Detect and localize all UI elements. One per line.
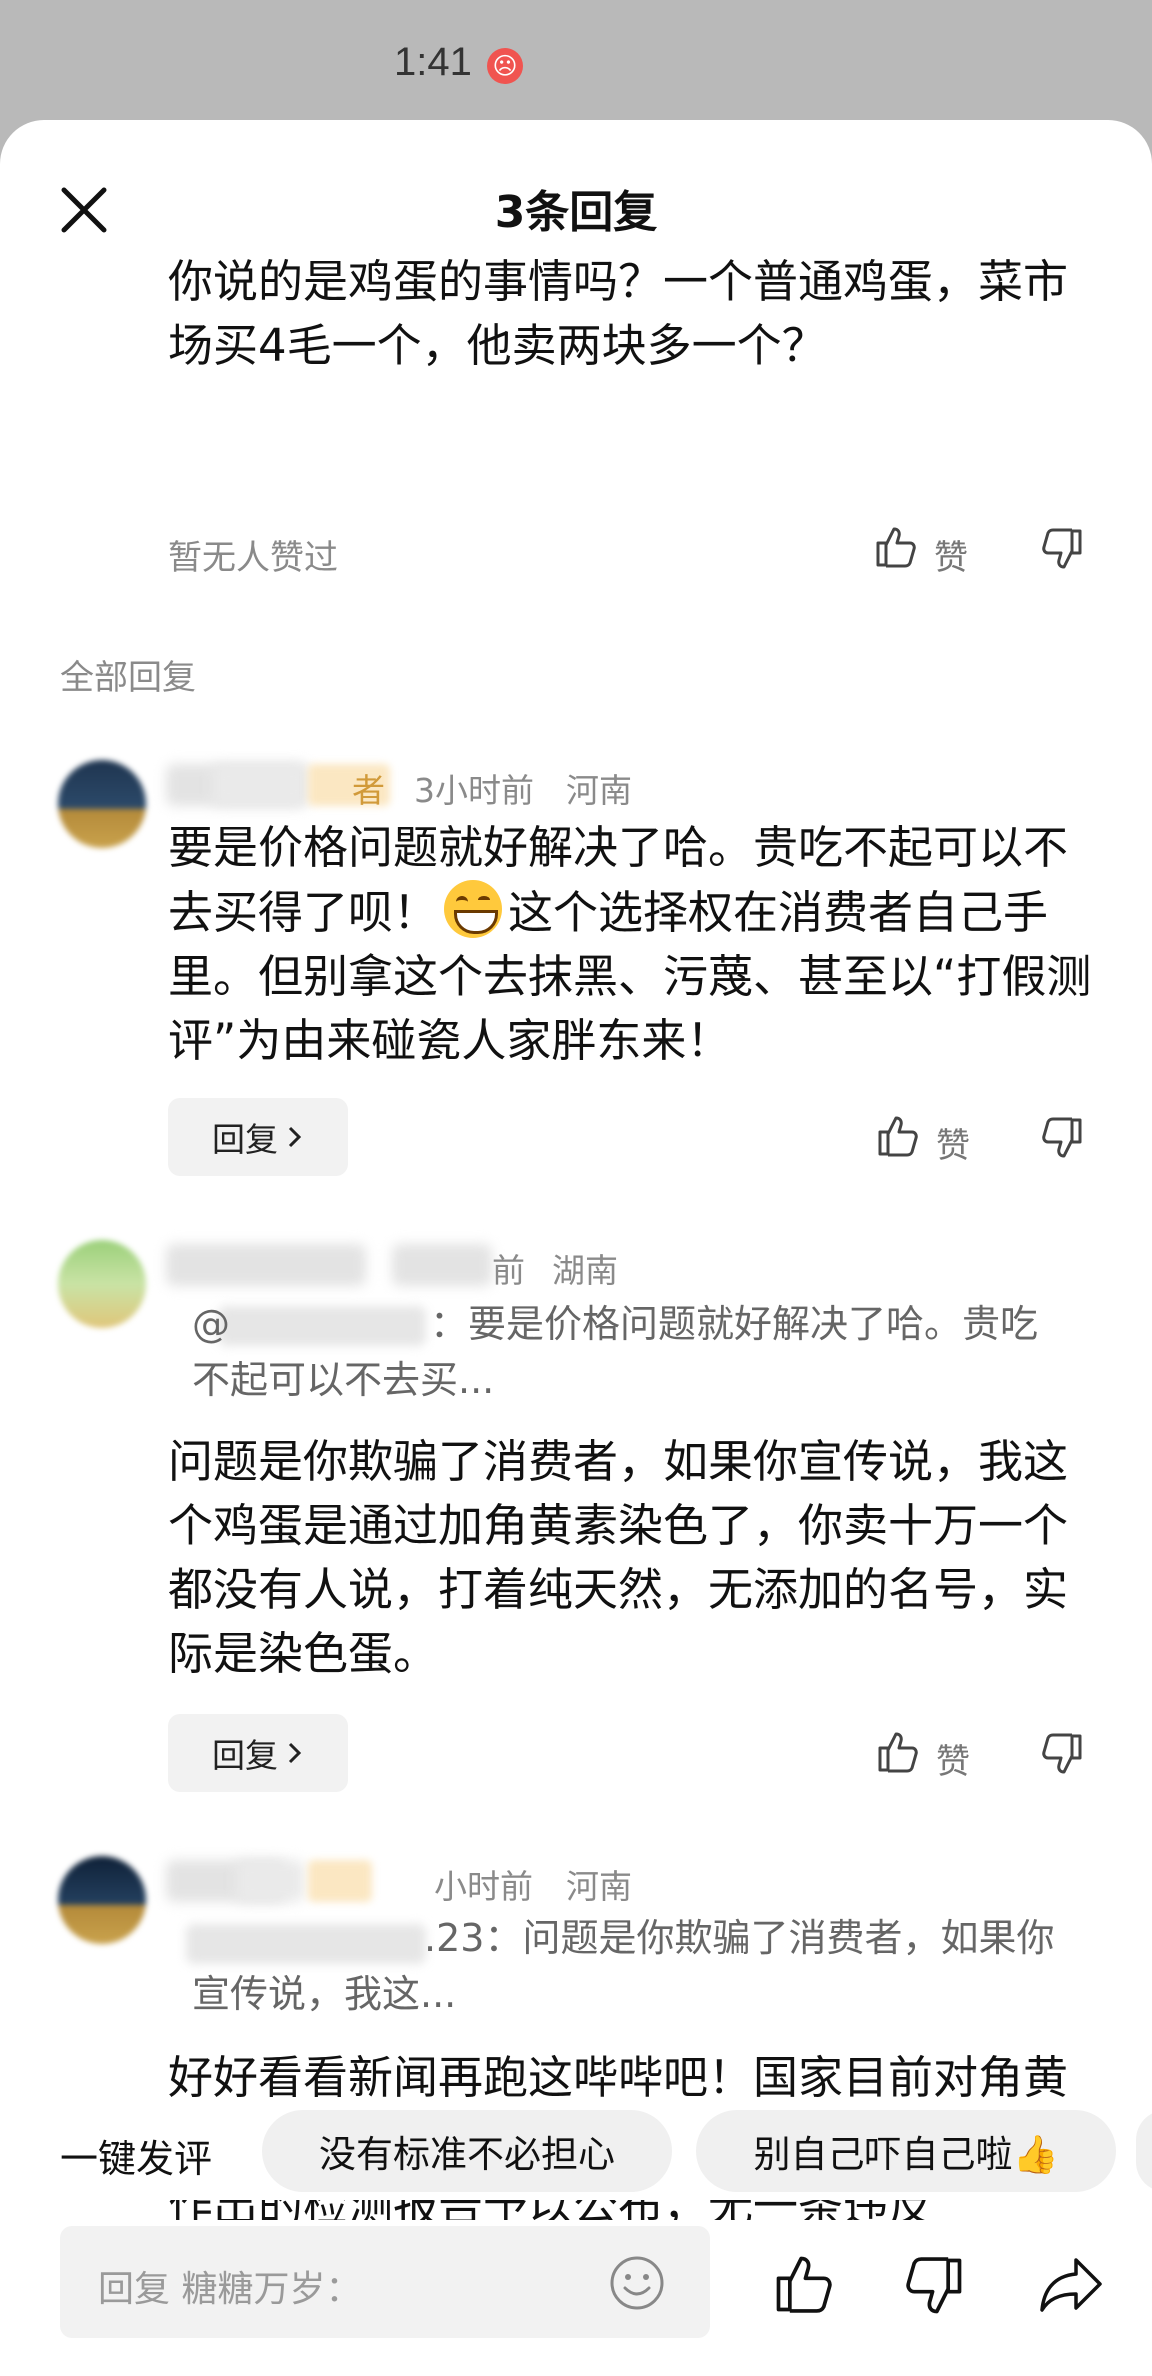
thumbs-up-icon[interactable]	[770, 2250, 838, 2318]
reply-time: 小时前	[434, 1867, 533, 1906]
notification-sad-icon: ☹	[487, 48, 523, 84]
author-tag	[308, 1860, 372, 1902]
reply-text: 问题是你欺骗了消费者，如果你宣传说，我这个鸡蛋是通过加角黄素染色了，你卖十万一个…	[168, 1435, 1069, 1680]
username-blurred	[236, 1860, 304, 1902]
reply-text: 要是价格问题就好解决了哈。贵吃不起可以不去买得了呗！ 这个选择权在消费者自己手里。…	[168, 821, 1092, 1067]
grin-emoji-icon	[444, 880, 503, 938]
username-blurred	[392, 1244, 492, 1286]
status-time: 1:41	[394, 40, 472, 84]
avatar[interactable]	[58, 1856, 146, 1944]
main-comment-text: 你说的是鸡蛋的事情吗？一个普通鸡蛋，菜市场买4毛一个，他卖两块多一个？	[168, 255, 1069, 372]
quick-reply-chip[interactable]: 别自己吓自己啦👍	[696, 2110, 1116, 2192]
replies-sheet: 3条回复 你说的是鸡蛋的事情吗？一个普通鸡蛋，菜市场买4毛一个，他卖两块多一个？…	[0, 120, 1152, 2376]
sheet-title: 3条回复	[494, 187, 658, 238]
reply-location: 河南	[566, 1867, 632, 1906]
chevron-right-icon	[288, 1126, 302, 1148]
no-likes-text: 暂无人赞过	[168, 538, 338, 578]
chevron-right-icon	[288, 1742, 302, 1764]
avatar[interactable]	[58, 760, 146, 848]
avatar[interactable]	[58, 1240, 146, 1328]
like-label: 赞	[936, 1126, 970, 1166]
quoted-reply: .23：问题是你欺骗了消费者，如果你宣传说，我这...	[192, 1916, 1055, 2016]
emoji-icon[interactable]	[608, 2254, 666, 2312]
reply-location: 河南	[566, 771, 632, 810]
reply-tag-text: 者	[352, 771, 385, 810]
reply-button[interactable]: 回复	[168, 1714, 348, 1792]
quick-reply-chip[interactable]: 没有标准不必担心	[262, 2110, 672, 2192]
reply-time: 3小时前	[414, 771, 534, 810]
like-label: 赞	[934, 538, 968, 578]
quick-reply-label: 一键发评	[60, 2137, 213, 2181]
thumbs-down-icon[interactable]	[1038, 1114, 1086, 1162]
username-blurred	[212, 764, 308, 806]
quick-reply-chip-partial[interactable]	[1136, 2110, 1152, 2192]
thumbs-up-icon[interactable]	[874, 1112, 922, 1160]
replies-scroll-area[interactable]: 你说的是鸡蛋的事情吗？一个普通鸡蛋，菜市场买4毛一个，他卖两块多一个？ 暂无人赞…	[0, 250, 1152, 2220]
username-blurred[interactable]	[166, 1244, 366, 1286]
like-label: 赞	[936, 1742, 970, 1782]
reply-button[interactable]: 回复	[168, 1098, 348, 1176]
all-replies-label: 全部回复	[60, 658, 196, 698]
thumbs-down-icon[interactable]	[900, 2252, 968, 2320]
share-icon[interactable]	[1036, 2252, 1106, 2318]
quick-reply-bar: 一键发评 没有标准不必担心 别自己吓自己啦👍	[0, 2100, 1152, 2200]
reply-time: 前	[492, 1251, 525, 1290]
reply-location: 湖南	[552, 1251, 618, 1290]
thumbs-up-icon[interactable]	[872, 523, 920, 571]
thumbs-down-icon[interactable]	[1038, 525, 1086, 573]
thumbs-down-icon[interactable]	[1038, 1730, 1086, 1778]
thumbs-up-icon[interactable]	[874, 1728, 922, 1776]
status-bar: 1:41 ☹	[0, 0, 1152, 120]
quoted-reply: @ ：要是价格问题就好解决了哈。贵吃不起可以不去买...	[192, 1302, 1039, 1402]
reply-input-placeholder: 回复 糖糖万岁：	[98, 2269, 362, 2310]
